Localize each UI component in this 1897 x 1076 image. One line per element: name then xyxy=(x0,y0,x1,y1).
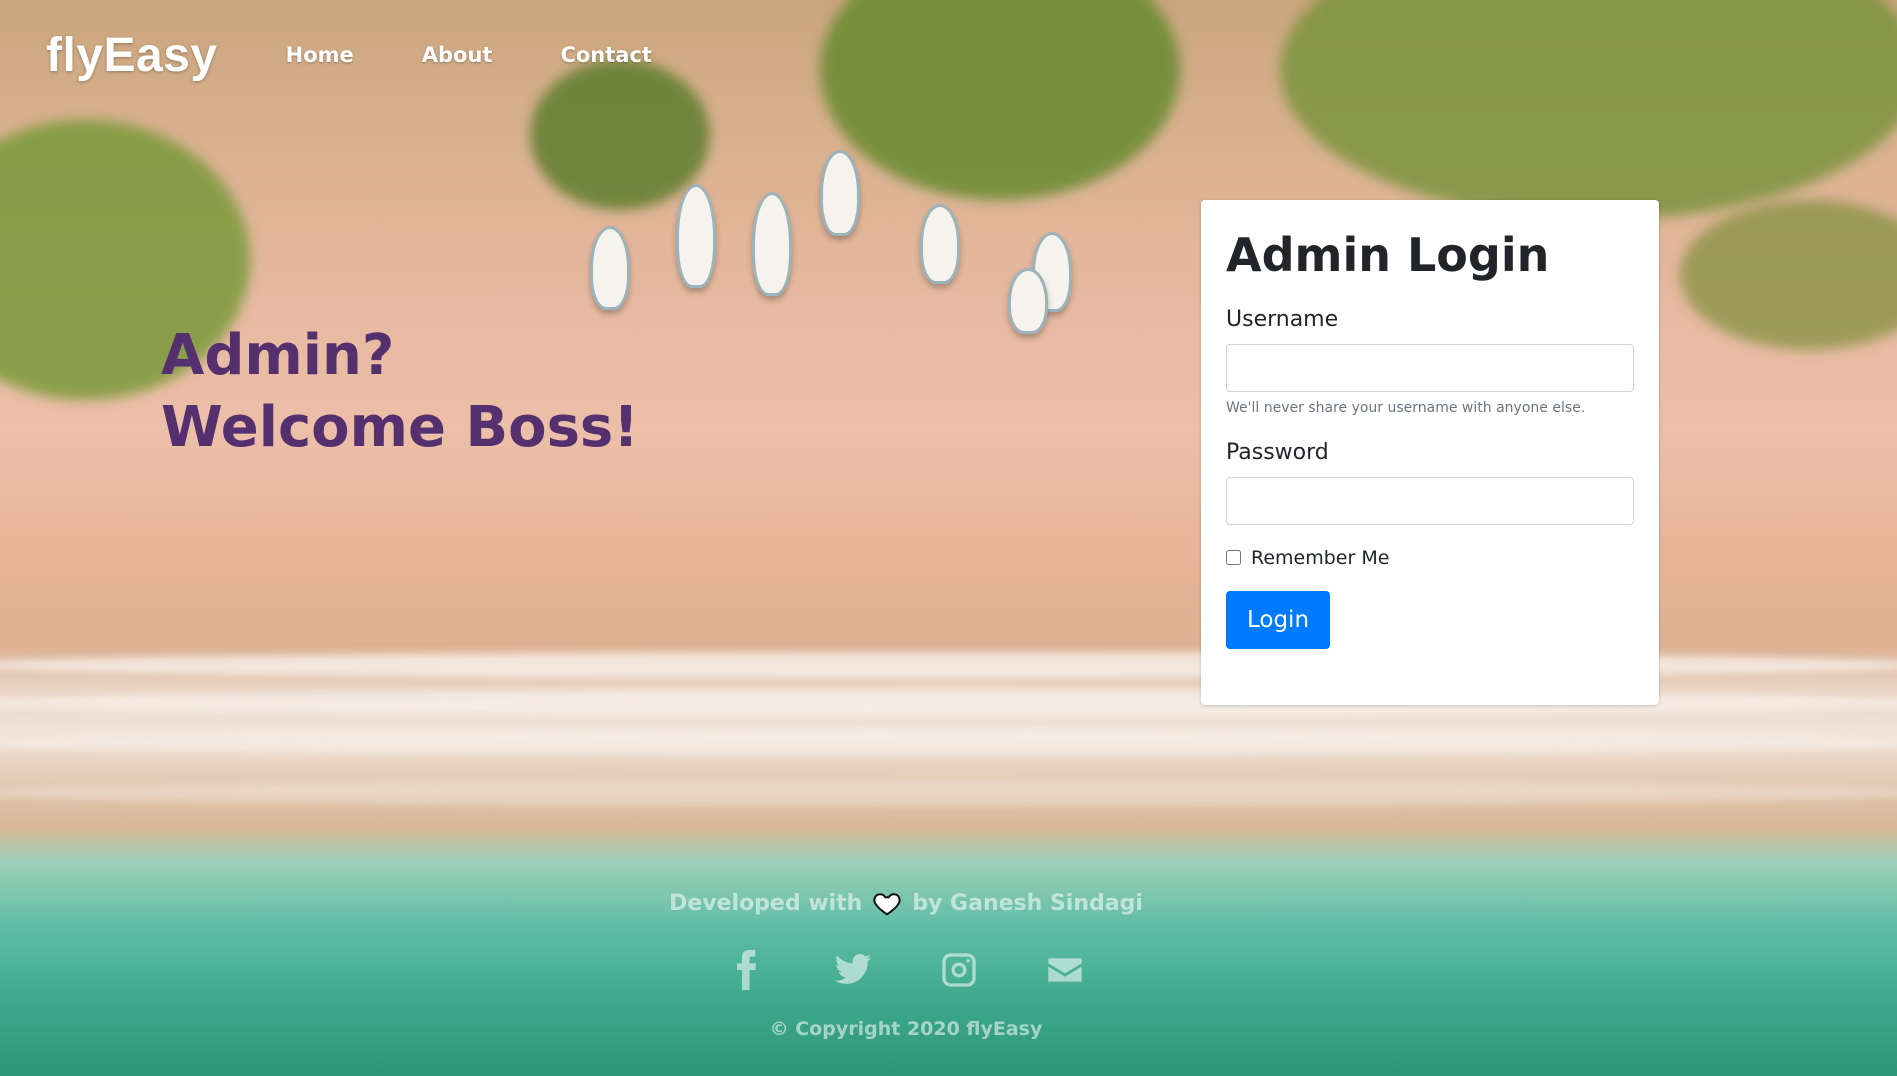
nav-link-about[interactable]: About xyxy=(422,43,493,67)
hero-heading: Admin? Welcome Boss! xyxy=(161,320,639,464)
username-help-text: We'll never share your username with any… xyxy=(1226,399,1586,416)
remember-me-checkbox[interactable] xyxy=(1226,550,1241,566)
boat xyxy=(1008,268,1048,334)
twitter-icon[interactable] xyxy=(833,950,873,990)
remember-me-label[interactable]: Remember Me xyxy=(1251,547,1389,569)
password-input[interactable] xyxy=(1226,476,1634,525)
facebook-icon[interactable] xyxy=(727,950,767,990)
heart-icon xyxy=(873,893,901,916)
login-button[interactable]: Login xyxy=(1226,590,1330,649)
wave-foam xyxy=(0,730,1897,756)
developer-credit: Developed with by Ganesh Sindagi xyxy=(0,888,1812,918)
remember-me-row: Remember Me xyxy=(1226,547,1634,569)
copyright-text: © Copyright 2020 flyEasy xyxy=(769,1018,1043,1040)
nav-link-home[interactable]: Home xyxy=(286,43,354,67)
developed-prefix: Developed with xyxy=(669,890,863,916)
login-title: Admin Login xyxy=(1226,228,1550,282)
vegetation-top-right xyxy=(1280,0,1897,220)
hero-line-2: Welcome Boss! xyxy=(161,395,639,460)
hero-line-1: Admin? xyxy=(161,323,395,388)
username-group: Username We'll never share your username… xyxy=(1226,307,1634,416)
envelope-icon[interactable] xyxy=(1045,950,1085,990)
vegetation-top xyxy=(820,0,1180,200)
boat xyxy=(820,150,860,236)
password-group: Password xyxy=(1226,440,1634,525)
vegetation-right xyxy=(1680,200,1897,350)
brand-logo[interactable]: flyEasy xyxy=(46,28,218,83)
boat xyxy=(752,192,792,296)
nav-link-contact[interactable]: Contact xyxy=(560,43,652,67)
developed-suffix: by Ganesh Sindagi xyxy=(912,890,1143,916)
boat xyxy=(676,184,716,288)
social-links xyxy=(0,950,1812,990)
password-label: Password xyxy=(1226,439,1329,465)
navbar: flyEasy Home About Contact xyxy=(46,22,652,88)
boat xyxy=(590,226,630,310)
username-input[interactable] xyxy=(1226,343,1634,392)
boat xyxy=(920,204,960,284)
login-card: Admin Login Username We'll never share y… xyxy=(1201,200,1659,705)
username-label: Username xyxy=(1226,306,1339,332)
wave-foam xyxy=(0,780,1897,806)
instagram-icon[interactable] xyxy=(939,950,979,990)
